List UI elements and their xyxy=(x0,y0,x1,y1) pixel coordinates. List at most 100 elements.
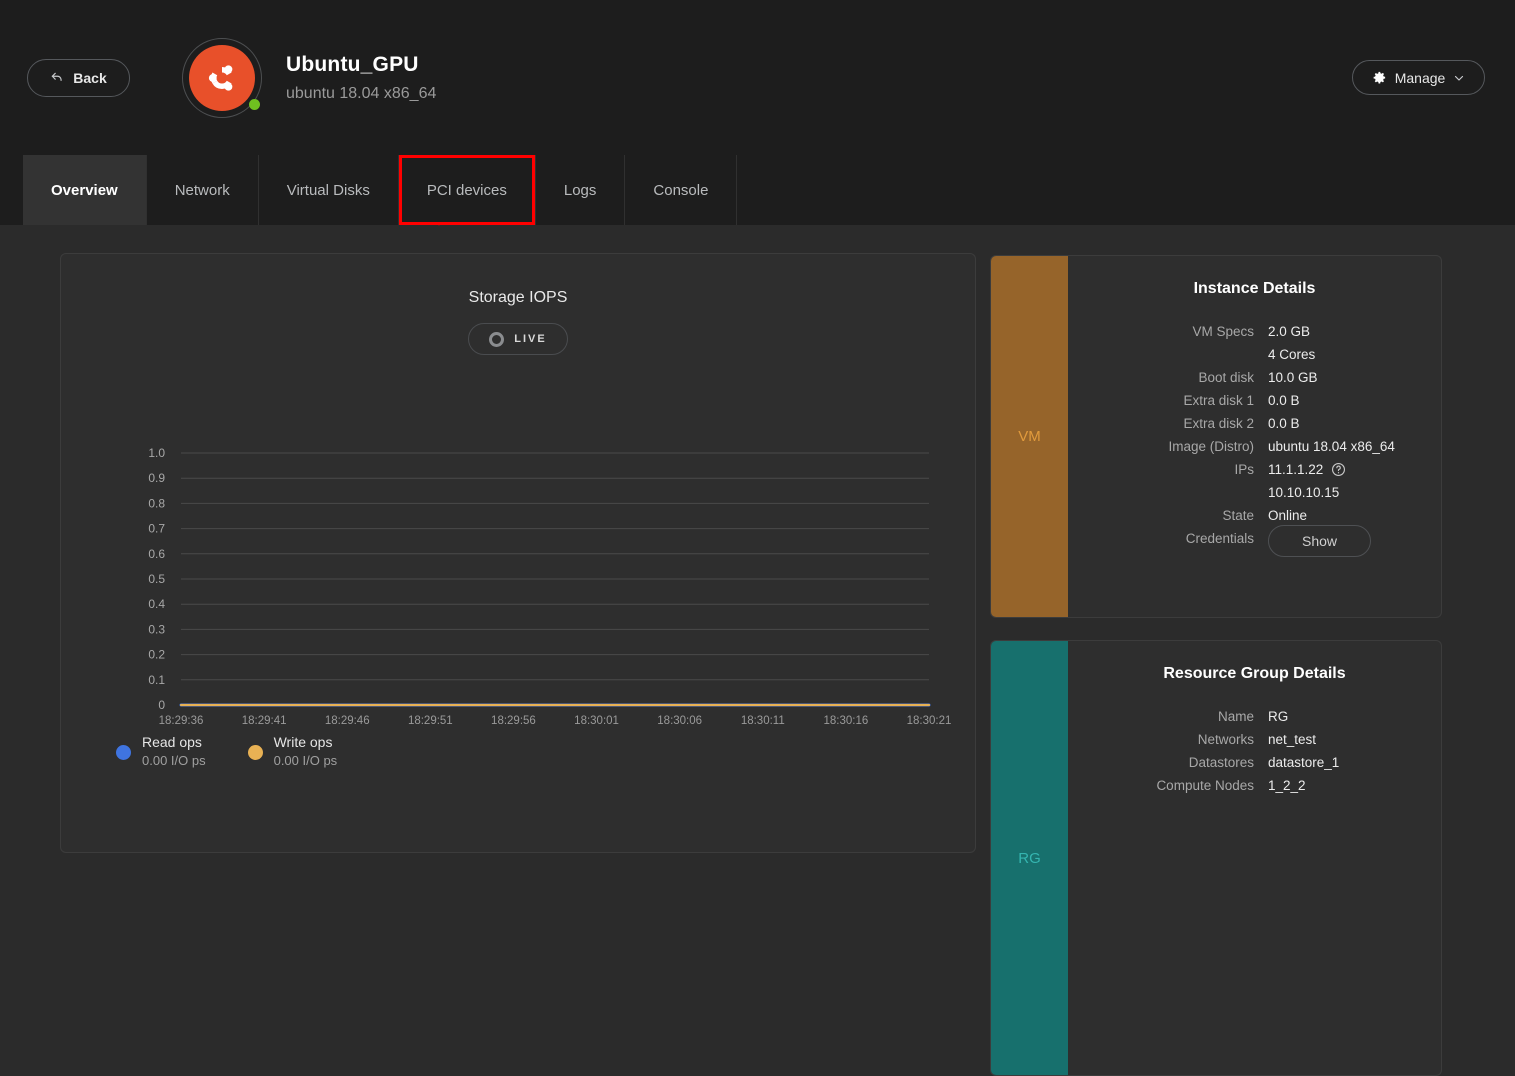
chart-y-tick-label: 0.4 xyxy=(148,597,165,611)
chart-y-tick-label: 0.1 xyxy=(148,673,165,687)
detail-row: Boot disk 10.0 GB xyxy=(1068,370,1441,393)
detail-row: 4 Cores xyxy=(1068,347,1441,370)
detail-value: datastore_1 xyxy=(1268,755,1340,770)
detail-row: Name RG xyxy=(1068,709,1441,732)
tab-pci-devices[interactable]: PCI devices xyxy=(398,155,536,225)
tab-bar-filler xyxy=(737,155,1515,225)
legend-item-read-ops[interactable]: Read ops 0.00 I/O ps xyxy=(116,734,206,770)
instance-details-body: Instance Details VM Specs 2.0 GB 4 Cores Bo… xyxy=(1068,256,1441,617)
online-status-dot xyxy=(249,98,260,110)
credentials-row: Credentials Show xyxy=(1068,525,1441,565)
tab-virtual-disks-label: Virtual Disks xyxy=(286,181,370,199)
tab-bar-left-spacer xyxy=(0,155,23,225)
main-content: Storage IOPS LIVE 1.0 0.9 0.8 0.7 0.6 0.5 0.4 0… xyxy=(0,226,1515,1076)
page-title: Ubuntu_GPU xyxy=(286,52,419,76)
read-ops-swatch-icon xyxy=(116,744,131,760)
detail-value: ubuntu 18.04 x86_64 xyxy=(1268,439,1395,454)
detail-key: Extra disk 2 xyxy=(1183,416,1254,431)
detail-key: Name xyxy=(1217,709,1254,724)
detail-row: IPs 11.1.1.22 xyxy=(1068,462,1441,485)
legend-read-ops-value: 0.00 I/O ps xyxy=(142,753,206,768)
back-button-label: Back xyxy=(73,69,107,86)
chart-x-tick-label: 18:30:06 xyxy=(657,715,702,727)
tab-overview[interactable]: Overview xyxy=(23,155,147,225)
show-credentials-button[interactable]: Show xyxy=(1268,525,1371,557)
detail-row: Datastores datastore_1 xyxy=(1068,755,1441,778)
detail-row: Compute Nodes 1_2_2 xyxy=(1068,778,1441,801)
detail-key: Extra disk 1 xyxy=(1183,393,1254,408)
chart-y-tick-label: 0.5 xyxy=(148,572,165,586)
detail-key: Boot disk xyxy=(1198,370,1254,385)
detail-value: 4 Cores xyxy=(1268,347,1316,362)
chart-x-tick-label: 18:29:36 xyxy=(159,715,204,727)
chart-legend: Read ops 0.00 I/O ps Write ops 0.00 I/O … xyxy=(116,734,337,770)
legend-write-ops-value: 0.00 I/O ps xyxy=(273,753,338,768)
gear-icon xyxy=(1372,70,1387,85)
detail-row: VM Specs 2.0 GB xyxy=(1068,324,1441,347)
chart-x-tick-label: 18:30:01 xyxy=(574,715,619,727)
chart-y-tick-label: 1.0 xyxy=(148,446,165,460)
instance-details-table: VM Specs 2.0 GB 4 Cores Boot disk 10.0 GB Ext… xyxy=(1068,324,1441,565)
detail-row: 10.10.10.15 xyxy=(1068,485,1441,508)
chart-x-tick-label: 18:30:16 xyxy=(824,715,869,727)
vm-title-block: Ubuntu_GPU ubuntu 18.04 x86_64 xyxy=(286,53,436,103)
legend-read-ops-label: Read ops xyxy=(142,734,202,750)
instance-details-panel: VM Instance Details VM Specs 2.0 GB 4 Core… xyxy=(990,255,1442,618)
detail-value: 10.10.10.15 xyxy=(1268,485,1340,500)
tab-virtual-disks[interactable]: Virtual Disks xyxy=(259,155,399,225)
resource-group-details-table: Name RG Networks net_test Datastores datastor… xyxy=(1068,709,1441,801)
detail-key: IPs xyxy=(1234,462,1254,477)
chart-y-tick-label: 0.2 xyxy=(148,648,165,662)
detail-value: 0.0 B xyxy=(1268,393,1300,408)
chart-x-tick-label: 18:29:51 xyxy=(408,715,453,727)
detail-row: State Online xyxy=(1068,508,1441,531)
detail-value: 11.1.1.22 xyxy=(1268,462,1441,485)
instance-details-title: Instance Details xyxy=(1193,280,1316,297)
tab-network[interactable]: Network xyxy=(147,155,259,225)
chart-y-tick-label: 0.9 xyxy=(148,471,165,485)
logo-disc xyxy=(189,44,255,111)
resource-group-details-title: Resource Group Details xyxy=(1163,665,1346,682)
tab-pci-devices-label: PCI devices xyxy=(426,181,507,199)
detail-value: net_test xyxy=(1268,732,1317,747)
detail-key: Datastores xyxy=(1188,755,1254,770)
chart-x-tick-label: 18:30:21 xyxy=(907,715,952,727)
back-button[interactable]: Back xyxy=(27,58,130,97)
resource-group-details-body: Resource Group Details Name RG Networks net… xyxy=(1068,641,1441,1075)
chart-x-tick-label: 18:29:46 xyxy=(325,715,370,727)
chart-y-tick-label: 0.7 xyxy=(148,522,165,536)
tab-console-label: Console xyxy=(653,181,709,199)
detail-row: Extra disk 1 0.0 B xyxy=(1068,393,1441,416)
resource-group-stripe-label: RG xyxy=(991,641,1068,1075)
detail-key: VM Specs xyxy=(1192,324,1254,339)
tab-logs-label: Logs xyxy=(563,181,597,199)
detail-key xyxy=(1068,347,1268,370)
help-question-icon[interactable] xyxy=(1331,462,1346,477)
instance-stripe-label: VM xyxy=(991,256,1068,617)
legend-write-ops-label: Write ops xyxy=(273,734,333,750)
tab-overview-label: Overview xyxy=(51,181,118,199)
detail-value: 0.0 B xyxy=(1268,416,1300,431)
storage-iops-card: Storage IOPS LIVE 1.0 0.9 0.8 0.7 0.6 0.5 0.4 0… xyxy=(60,253,976,853)
back-arrow-icon xyxy=(50,71,64,85)
detail-key: Networks xyxy=(1197,732,1254,747)
legend-item-write-ops[interactable]: Write ops 0.00 I/O ps xyxy=(247,734,338,770)
detail-key xyxy=(1068,485,1268,508)
credentials-key: Credentials xyxy=(1185,531,1254,546)
detail-value: 10.0 GB xyxy=(1268,370,1318,385)
detail-key: Image (Distro) xyxy=(1168,439,1254,454)
manage-button[interactable]: Manage xyxy=(1352,60,1485,95)
detail-value: 2.0 GB xyxy=(1268,324,1311,339)
detail-value: 1_2_2 xyxy=(1268,778,1306,793)
page-header: Back Ubuntu_GPU ubuntu 18.04 x86_64 Mana… xyxy=(0,0,1515,155)
tab-logs[interactable]: Logs xyxy=(536,155,626,225)
resource-group-details-panel: RG Resource Group Details Name RG Networks… xyxy=(990,640,1442,1076)
write-ops-swatch-icon xyxy=(247,744,263,760)
credentials-value-cell: Show xyxy=(1268,525,1441,565)
chart-y-tick-label: 0.8 xyxy=(148,496,165,510)
chevron-down-icon xyxy=(1453,72,1465,84)
tab-bar: Overview Network Virtual Disks PCI devic… xyxy=(0,155,1515,226)
manage-button-label: Manage xyxy=(1394,69,1446,86)
chart-x-tick-label: 18:30:11 xyxy=(741,715,785,727)
tab-console[interactable]: Console xyxy=(625,155,738,225)
